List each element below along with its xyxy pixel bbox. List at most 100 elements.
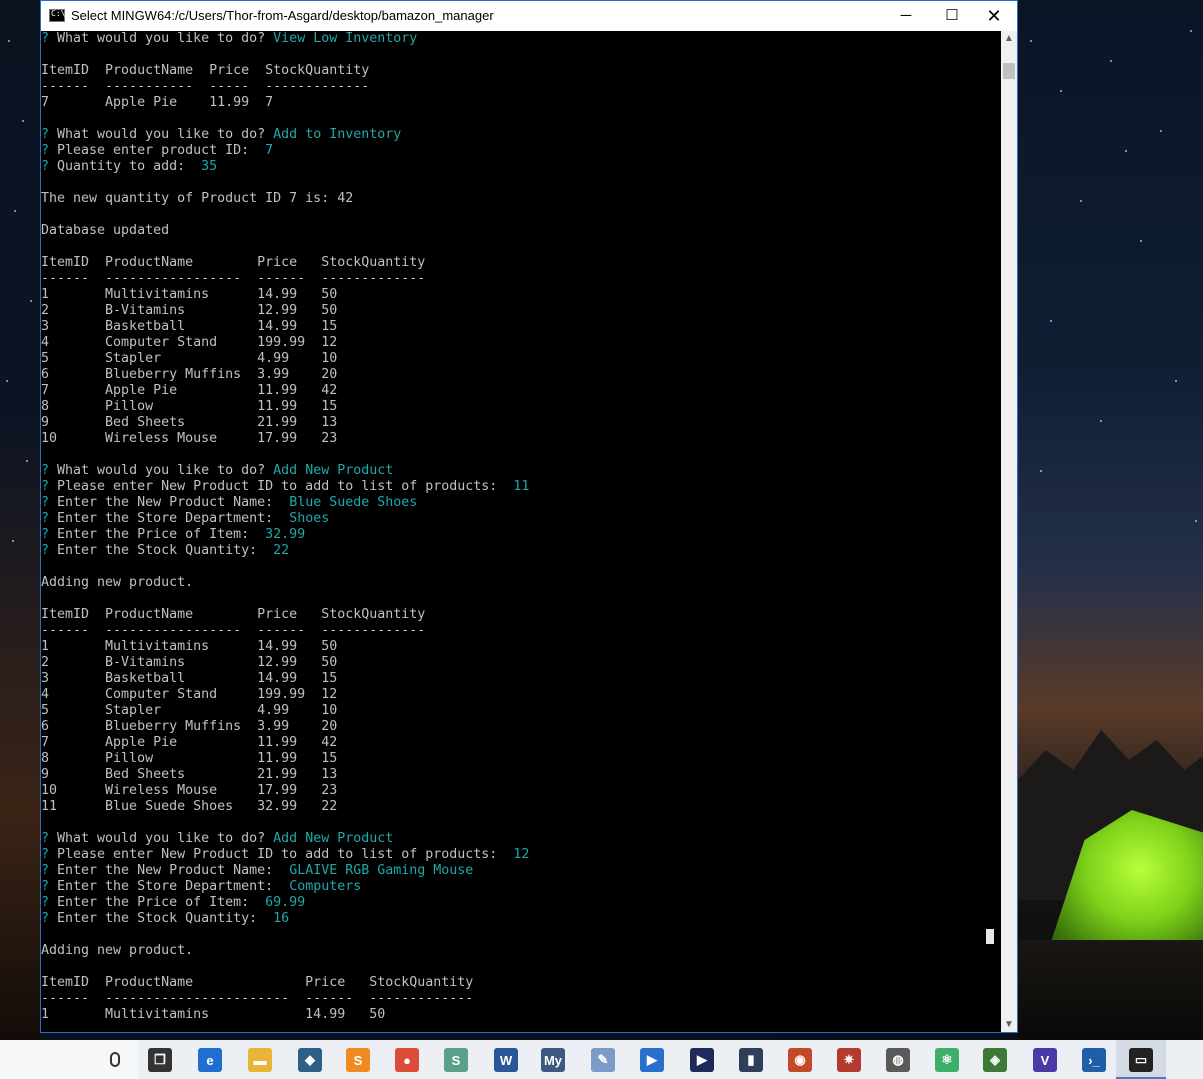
edge-icon[interactable]: e — [198, 1048, 222, 1072]
terminal-text: Enter the Price of Item: — [57, 527, 266, 542]
terminal-text: 6 Blueberry Muffins 3.99 20 — [41, 719, 338, 734]
terminal-text: 4 Computer Stand 199.99 12 — [41, 687, 338, 702]
terminal-text: 8 Pillow 11.99 15 — [41, 399, 338, 414]
terminal-line: Database updated — [41, 223, 169, 239]
terminal-text: 3 Basketball 14.99 15 — [41, 319, 338, 334]
terminal-text: 1 Multivitamins 14.99 50 — [41, 639, 338, 654]
title-bar[interactable]: Select MINGW64:/c/Users/Thor-from-Asgard… — [41, 1, 1017, 31]
close-button[interactable]: ✕ — [971, 1, 1017, 31]
taskbar-search-area[interactable] — [0, 1040, 138, 1079]
terminal-line: 6 Blueberry Muffins 3.99 20 — [41, 719, 337, 735]
terminal-line: ? Please enter New Product ID to add to … — [41, 479, 529, 495]
terminal-line: 8 Pillow 11.99 15 — [41, 399, 337, 415]
terminal-text: Quantity to add: — [57, 159, 202, 174]
terminal-line: Adding new product. — [41, 943, 193, 959]
terminal-line: 9 Bed Sheets 21.99 13 — [41, 767, 337, 783]
terminal-line: ? What would you like to do? View Low In… — [41, 31, 417, 47]
desktop-wallpaper-left — [0, 0, 40, 1040]
user-input: Add to Inventory — [273, 127, 402, 142]
mysql-icon[interactable]: My — [541, 1048, 565, 1072]
mongodb-icon[interactable]: ◍ — [886, 1048, 910, 1072]
terminal-line: ------ ----------------- ------ --------… — [41, 271, 425, 287]
star — [1100, 420, 1102, 422]
visual-studio-icon[interactable]: V — [1033, 1048, 1057, 1072]
terminal-line: ------ ----------- ----- ------------- — [41, 79, 369, 95]
layers-icon[interactable]: ◈ — [983, 1048, 1007, 1072]
terminal-line: ItemID ProductName Price StockQuantity — [41, 607, 425, 623]
star — [1040, 470, 1042, 472]
terminal-output[interactable]: ? What would you like to do? View Low In… — [41, 31, 1001, 1032]
word-icon[interactable]: W — [494, 1048, 518, 1072]
terminal-text: Enter the Stock Quantity: — [57, 911, 274, 926]
console-icon — [49, 9, 65, 22]
scroll-up-icon[interactable]: ▲ — [1001, 33, 1017, 44]
user-input: GLAIVE RGB Gaming Mouse — [289, 863, 474, 878]
star — [1140, 240, 1142, 242]
chrome-icon[interactable]: ● — [395, 1048, 419, 1072]
powershell-icon[interactable]: ›_ — [1082, 1048, 1106, 1072]
task-view-icon[interactable]: ❐ — [148, 1048, 172, 1072]
media-player-icon[interactable]: ▶ — [640, 1048, 664, 1072]
terminal-text: What would you like to do? — [57, 463, 274, 478]
media-player-alt-icon[interactable]: ▶ — [690, 1048, 714, 1072]
terminal-window[interactable]: Select MINGW64:/c/Users/Thor-from-Asgard… — [40, 0, 1018, 1033]
git-bash-icon[interactable]: ▭ — [1129, 1048, 1153, 1072]
terminal-line: ? Enter the New Product Name: Blue Suede… — [41, 495, 417, 511]
minimize-button[interactable]: ─ — [883, 1, 929, 31]
terminal-text: Enter the Store Department: — [57, 879, 290, 894]
terminal-text: Database updated — [41, 223, 170, 238]
user-input: Add New Product — [273, 831, 394, 846]
file-explorer-icon[interactable]: ▬ — [248, 1048, 272, 1072]
terminal-line: ItemID ProductName Price StockQuantity — [41, 255, 425, 271]
terminal-text: ItemID ProductName Price StockQuantity — [41, 255, 426, 270]
terminal-text: 6 Blueberry Muffins 3.99 20 — [41, 367, 338, 382]
microphone-icon[interactable] — [110, 1052, 120, 1067]
star — [1080, 200, 1082, 202]
terminal-line: ? Enter the Price of Item: 32.99 — [41, 527, 305, 543]
terminal-line: 5 Stapler 4.99 10 — [41, 351, 337, 367]
terminal-text: Adding new product. — [41, 943, 194, 958]
scroll-thumb[interactable] — [1003, 63, 1015, 79]
terminal-line: ? Enter the Price of Item: 69.99 — [41, 895, 305, 911]
terminal-line: 7 Apple Pie 11.99 42 — [41, 383, 337, 399]
terminal-line: ItemID ProductName Price StockQuantity — [41, 63, 369, 79]
star — [1195, 520, 1197, 522]
paint-icon[interactable]: ✎ — [591, 1048, 615, 1072]
terminal-text: ------ ----------- ----- ------------- — [41, 79, 370, 94]
terminal-line: ? Please enter product ID: 7 — [41, 143, 273, 159]
prompt-marker: ? — [41, 511, 58, 526]
terminal-text: 10 Wireless Mouse 17.99 23 — [41, 783, 338, 798]
terminal-line: 5 Stapler 4.99 10 — [41, 703, 337, 719]
terminal-text: What would you like to do? — [57, 127, 274, 142]
virtualbox-icon[interactable]: ✷ — [837, 1048, 861, 1072]
vertical-scrollbar[interactable]: ▲ ▼ — [1001, 31, 1017, 1032]
mysql-workbench-icon[interactable]: ◆ — [298, 1048, 322, 1072]
terminal-text: Adding new product. — [41, 575, 194, 590]
firefox-icon[interactable]: ◉ — [788, 1048, 812, 1072]
window-title: Select MINGW64:/c/Users/Thor-from-Asgard… — [71, 8, 494, 23]
terminal-line: ? What would you like to do? Add New Pro… — [41, 463, 393, 479]
user-input: 7 — [265, 143, 274, 158]
scroll-down-icon[interactable]: ▼ — [1001, 1019, 1017, 1030]
terminal-line: 10 Wireless Mouse 17.99 23 — [41, 431, 337, 447]
prompt-marker: ? — [41, 479, 58, 494]
maximize-button[interactable]: ☐ — [929, 1, 975, 31]
sublime-text-icon[interactable]: S — [346, 1048, 370, 1072]
prompt-marker: ? — [41, 863, 58, 878]
prompt-marker: ? — [41, 831, 58, 846]
audio-meter-icon[interactable]: ▮ — [739, 1048, 763, 1072]
terminal-line: ? Please enter New Product ID to add to … — [41, 847, 529, 863]
terminal-line: ------ ----------------------- ------ --… — [41, 991, 473, 1007]
terminal-text: 7 Apple Pie 11.99 42 — [41, 735, 338, 750]
terminal-text: 10 Wireless Mouse 17.99 23 — [41, 431, 338, 446]
terminal-line: 10 Wireless Mouse 17.99 23 — [41, 783, 337, 799]
user-input: 11 — [513, 479, 530, 494]
star — [30, 300, 32, 302]
terminal-line: 11 Blue Suede Shoes 32.99 22 — [41, 799, 337, 815]
star — [8, 40, 10, 42]
atom-icon[interactable]: ⚛ — [935, 1048, 959, 1072]
terminal-text: What would you like to do? — [57, 31, 274, 46]
terminal-line: ? What would you like to do? Add New Pro… — [41, 831, 393, 847]
slack-icon[interactable]: S — [444, 1048, 468, 1072]
terminal-text: Please enter product ID: — [57, 143, 266, 158]
